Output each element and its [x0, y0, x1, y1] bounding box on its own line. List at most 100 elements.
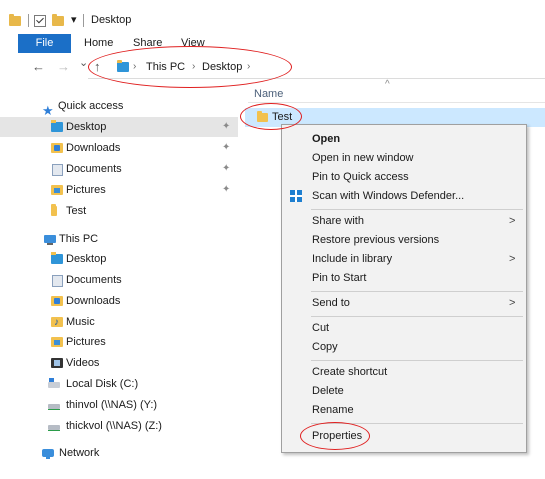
network-drive-icon [48, 425, 60, 431]
sidebar-item-label: Local Disk (C:) [66, 378, 139, 390]
downloads-folder-icon [51, 296, 63, 306]
sidebar-item-label: Documents [66, 274, 122, 286]
menu-item-create-shortcut[interactable]: Create shortcut [283, 362, 525, 382]
context-menu: Open Open in new window Pin to Quick acc… [281, 124, 527, 453]
menu-item-rename[interactable]: Rename [283, 400, 525, 420]
sidebar-item-thinvol[interactable]: thinvol (\\NAS) (Y:) [0, 395, 238, 415]
sidebar-item-pictures[interactable]: Pictures ✦ [0, 180, 238, 200]
menu-item-label: Copy [312, 341, 338, 353]
quick-access-toolbar-dropdown[interactable]: ▾ [71, 13, 77, 26]
menu-item-restore-versions[interactable]: Restore previous versions [283, 230, 525, 250]
menu-item-label: Pin to Quick access [312, 171, 409, 183]
sidebar-item-this-pc[interactable]: This PC [0, 229, 238, 249]
menu-separator [311, 423, 523, 424]
sidebar-item-test[interactable]: Test [0, 201, 238, 221]
sidebar-item-pc-downloads[interactable]: Downloads [0, 291, 238, 311]
folder-icon [51, 204, 57, 216]
sidebar-item-pc-documents[interactable]: Documents [0, 270, 238, 290]
menu-item-label: Cut [312, 322, 330, 334]
menu-item-label: Open in new window [312, 152, 414, 164]
breadcrumb-desktop[interactable]: Desktop [202, 58, 242, 76]
sidebar-item-label: Music [66, 316, 95, 328]
sidebar-item-local-disk[interactable]: Local Disk (C:) [0, 374, 238, 394]
desktop-folder-icon [51, 252, 63, 264]
menu-item-label: Create shortcut [312, 366, 388, 378]
menu-separator [311, 209, 523, 210]
sidebar-item-label: Downloads [66, 142, 121, 154]
submenu-arrow-icon: > [509, 253, 516, 265]
menu-item-copy[interactable]: Copy [283, 337, 525, 357]
breadcrumb-separator: › [192, 61, 196, 72]
forward-icon[interactable]: → [57, 57, 70, 77]
sidebar-item-label: Desktop [66, 253, 107, 265]
menu-item-include-library[interactable]: Include in library > [283, 249, 525, 269]
windows-defender-icon [290, 190, 302, 202]
network-icon [42, 449, 54, 459]
tab-share[interactable]: Share [133, 34, 162, 53]
sidebar-item-label: This PC [59, 233, 99, 245]
submenu-arrow-icon: > [509, 297, 516, 309]
sidebar-item-network[interactable]: Network [0, 443, 238, 463]
properties-check-icon[interactable] [34, 15, 46, 27]
tab-view[interactable]: View [181, 34, 205, 53]
divider [28, 14, 29, 27]
recent-locations-icon[interactable]: ⌄ [79, 53, 88, 73]
menu-item-pin-quick-access[interactable]: Pin to Quick access [283, 167, 525, 187]
desktop-folder-icon [51, 120, 63, 132]
pictures-folder-icon [51, 185, 63, 195]
pin-icon[interactable]: ✦ [222, 180, 230, 200]
sidebar-item-pc-pictures[interactable]: Pictures [0, 332, 238, 352]
menu-separator [311, 316, 523, 317]
documents-folder-icon [52, 275, 63, 287]
menu-item-share-with[interactable]: Share with > [283, 211, 525, 231]
network-drive-icon [48, 404, 60, 410]
menu-item-label: Restore previous versions [312, 234, 440, 246]
column-header-name[interactable]: Name [254, 88, 283, 100]
menu-item-label: Properties [312, 430, 363, 442]
explorer-icon [9, 14, 21, 26]
menu-item-open[interactable]: Open [283, 129, 525, 149]
sidebar-item-thickvol[interactable]: thickvol (\\NAS) (Z:) [0, 416, 238, 436]
pictures-folder-icon [51, 337, 63, 347]
sidebar-item-label: Network [59, 447, 100, 459]
star-icon: ★ [42, 103, 54, 118]
menu-separator [311, 291, 523, 292]
sidebar-item-quick-access[interactable]: ★ Quick access [0, 96, 238, 118]
menu-item-scan-defender[interactable]: Scan with Windows Defender... [283, 186, 525, 206]
this-pc-icon [44, 235, 56, 245]
menu-item-pin-start[interactable]: Pin to Start [283, 268, 525, 288]
menu-item-label: Share with [312, 215, 364, 227]
sort-ascending-icon: ^ [385, 79, 390, 90]
local-disk-icon [48, 378, 60, 388]
breadcrumb-this-pc[interactable]: This PC [146, 58, 185, 76]
videos-folder-icon [51, 358, 63, 368]
breadcrumb-separator: › [133, 61, 137, 72]
sidebar-item-downloads[interactable]: Downloads ✦ [0, 138, 238, 158]
menu-item-cut[interactable]: Cut [283, 318, 525, 338]
tab-home[interactable]: Home [84, 34, 113, 53]
sidebar-item-label: thinvol (\\NAS) (Y:) [66, 399, 158, 411]
menu-separator [311, 360, 523, 361]
menu-item-properties[interactable]: Properties [283, 426, 525, 446]
sidebar-item-label: Desktop [66, 121, 107, 133]
back-icon[interactable]: ← [32, 57, 45, 77]
new-folder-icon[interactable] [52, 14, 64, 26]
divider [83, 14, 84, 27]
sidebar-item-pc-desktop[interactable]: Desktop [0, 249, 238, 269]
menu-item-delete[interactable]: Delete [283, 381, 525, 401]
sidebar-item-label: Pictures [66, 336, 106, 348]
menu-item-open-new-window[interactable]: Open in new window [283, 148, 525, 168]
downloads-folder-icon [51, 143, 63, 153]
pin-icon[interactable]: ✦ [222, 138, 230, 158]
sidebar-item-pc-music[interactable]: Music [0, 312, 238, 333]
menu-item-label: Pin to Start [312, 272, 367, 284]
tab-file[interactable]: File [18, 34, 71, 53]
menu-item-send-to[interactable]: Send to > [283, 293, 525, 313]
sidebar-item-label: thickvol (\\NAS) (Z:) [66, 420, 162, 432]
pin-icon[interactable]: ✦ [222, 159, 230, 179]
music-folder-icon [51, 313, 63, 333]
sidebar-item-desktop[interactable]: Desktop ✦ [0, 117, 238, 137]
pin-icon[interactable]: ✦ [222, 117, 230, 137]
sidebar-item-pc-videos[interactable]: Videos [0, 353, 238, 373]
sidebar-item-documents[interactable]: Documents ✦ [0, 159, 238, 179]
